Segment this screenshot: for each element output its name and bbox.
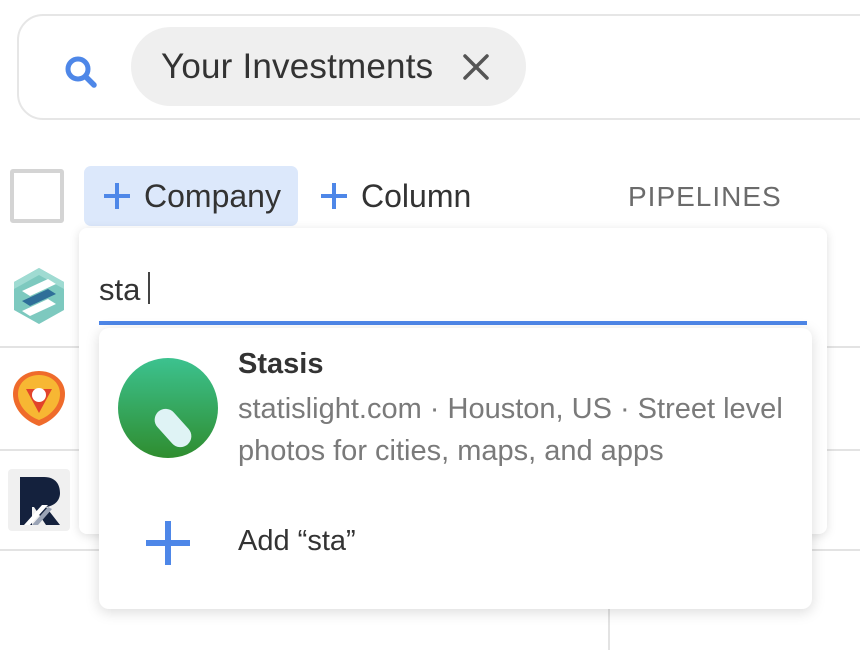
- input-underline: [99, 321, 807, 325]
- search-icon[interactable]: [61, 52, 101, 92]
- company-logo-hexagon[interactable]: [8, 265, 70, 327]
- add-company-label: Company: [144, 177, 281, 214]
- add-company-button[interactable]: Company: [84, 166, 298, 226]
- plus-icon: [321, 183, 347, 209]
- suggestion-item[interactable]: Stasis statislight.com · Houston, US · S…: [99, 328, 812, 488]
- add-new-company-label: Add “sta”: [238, 525, 356, 557]
- filter-chip-label: Your Investments: [161, 46, 434, 86]
- plus-icon: [104, 183, 130, 209]
- suggestion-list: Stasis statislight.com · Houston, US · S…: [99, 328, 812, 609]
- add-new-company-option[interactable]: Add “sta”: [99, 503, 812, 583]
- suggestion-description: statislight.com · Houston, US · Street l…: [238, 393, 783, 467]
- company-logo-r[interactable]: [8, 469, 70, 531]
- search-bar[interactable]: Your Investments: [17, 14, 860, 120]
- suggestion-name: Stasis: [238, 348, 324, 380]
- close-icon[interactable]: [462, 53, 490, 81]
- filter-chip[interactable]: Your Investments: [131, 27, 526, 106]
- add-column-button[interactable]: Column: [318, 166, 471, 226]
- company-logo-shield[interactable]: [8, 367, 70, 429]
- add-column-label: Column: [361, 177, 472, 214]
- stasis-logo: [118, 358, 218, 458]
- text-caret: [148, 272, 150, 304]
- select-all-checkbox[interactable]: [10, 169, 64, 223]
- company-search-input[interactable]: sta: [99, 272, 140, 308]
- pipelines-column-header[interactable]: PIPELINES: [628, 181, 782, 213]
- plus-icon: [146, 521, 190, 565]
